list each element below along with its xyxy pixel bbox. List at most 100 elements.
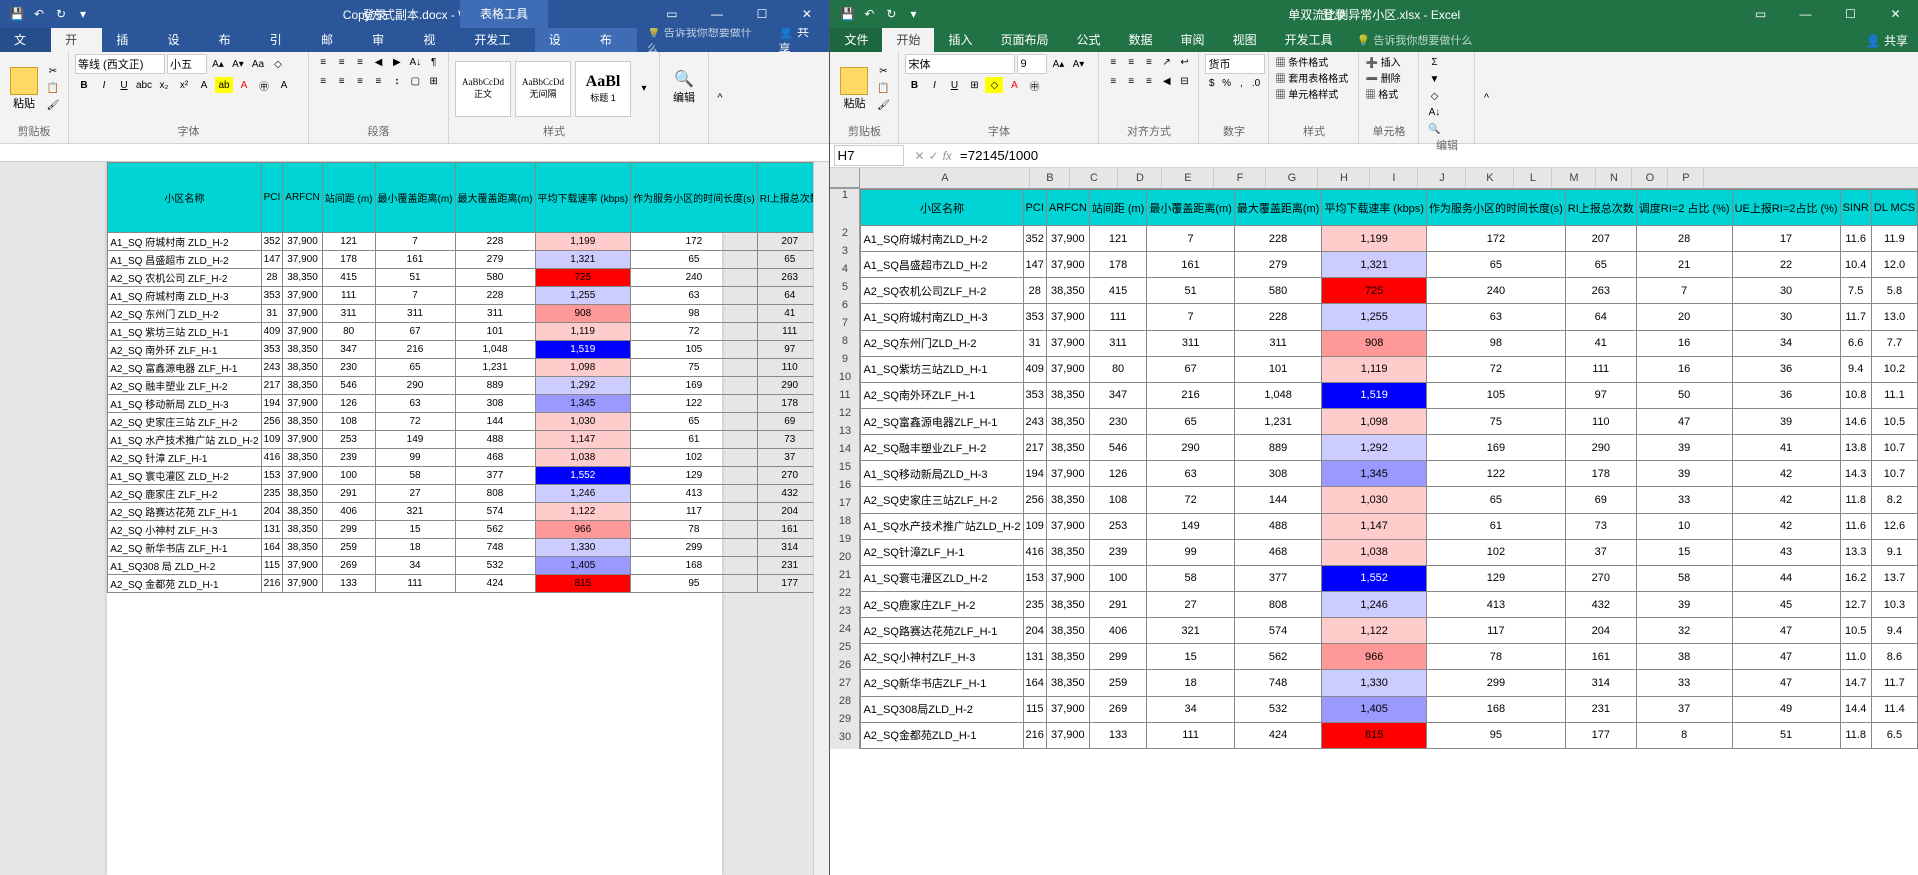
table-cell[interactable]: 39 xyxy=(1636,591,1732,617)
sort-filter-icon[interactable]: A↓ xyxy=(1425,104,1443,120)
table-cell[interactable]: 1,552 xyxy=(1322,565,1427,591)
sort-icon[interactable]: A↓ xyxy=(407,54,423,70)
multilevel-icon[interactable]: ≡ xyxy=(352,54,368,70)
table-cell[interactable]: 532 xyxy=(1234,696,1322,722)
table-cell[interactable]: 147 xyxy=(261,251,283,269)
table-cell[interactable]: 101 xyxy=(1234,356,1322,382)
font-color-icon[interactable]: A xyxy=(1005,77,1023,93)
table-cell[interactable]: 75 xyxy=(1426,408,1565,434)
subscript-icon[interactable]: x₂ xyxy=(155,77,173,93)
column-header[interactable]: PCI xyxy=(261,163,283,233)
table-cell[interactable]: 1,519 xyxy=(1322,382,1427,408)
table-cell[interactable]: 889 xyxy=(455,377,535,395)
table-cell[interactable]: A1_SQ 府城村南 ZLD_H-3 xyxy=(108,287,261,305)
table-cell[interactable]: 98 xyxy=(1426,330,1565,356)
style-nospacing[interactable]: AaBbCcDd无间隔 xyxy=(515,61,571,117)
table-cell[interactable]: 38,350 xyxy=(1046,618,1089,644)
shrink-font-icon[interactable]: A▾ xyxy=(229,56,247,72)
table-cell[interactable]: 1,321 xyxy=(1322,252,1427,278)
table-cell[interactable]: 204 xyxy=(261,503,283,521)
table-cell[interactable]: 235 xyxy=(1023,591,1046,617)
table-cell[interactable]: 290 xyxy=(1147,435,1235,461)
table-cell[interactable]: 7 xyxy=(1147,226,1235,252)
ribbon-options-icon[interactable]: ▭ xyxy=(649,0,694,28)
table-cell[interactable]: 111 xyxy=(375,575,455,593)
align-left-icon[interactable]: ≡ xyxy=(1105,73,1121,89)
tab-review[interactable]: 审阅 xyxy=(358,28,409,52)
table-cell[interactable]: 270 xyxy=(1565,565,1636,591)
table-row[interactable]: A2_SQ富鑫源电器ZLF_H-124338,350230651,2311,09… xyxy=(861,408,1918,434)
select-all-corner[interactable] xyxy=(830,168,860,188)
table-cell[interactable]: 311 xyxy=(375,305,455,323)
table-cell[interactable]: A1_SQ 府城村南 ZLD_H-2 xyxy=(108,233,261,251)
format-as-table-button[interactable]: ▦ 套用表格格式 xyxy=(1275,70,1352,85)
table-cell[interactable]: 37,900 xyxy=(1046,696,1089,722)
paste-button[interactable]: 粘贴 xyxy=(836,56,872,122)
table-cell[interactable]: 216 xyxy=(1023,722,1046,748)
table-cell[interactable]: 9.1 xyxy=(1871,539,1917,565)
table-cell[interactable]: 14.7 xyxy=(1840,670,1871,696)
tab-home[interactable]: 开始 xyxy=(51,28,102,52)
table-cell[interactable]: 347 xyxy=(1089,382,1147,408)
table-row[interactable]: A2_SQ 针漳 ZLF_H-141638,350239994681,03810… xyxy=(108,449,830,467)
table-cell[interactable]: 488 xyxy=(1234,513,1322,539)
table-cell[interactable]: 67 xyxy=(1147,356,1235,382)
table-cell[interactable]: 7.5 xyxy=(1840,278,1871,304)
table-cell[interactable]: A2_SQ农机公司ZLF_H-2 xyxy=(861,278,1023,304)
table-cell[interactable]: 38,350 xyxy=(283,269,322,287)
table-cell[interactable]: 153 xyxy=(261,467,283,485)
row-header-28[interactable]: 28 xyxy=(830,695,860,713)
tab-pagelayout[interactable]: 页面布局 xyxy=(987,28,1063,52)
table-cell[interactable]: A1_SQ 移动新局 ZLD_H-3 xyxy=(108,395,261,413)
table-cell[interactable]: 30 xyxy=(1732,278,1840,304)
cell-styles-button[interactable]: ▦ 单元格样式 xyxy=(1275,86,1352,101)
row-header-20[interactable]: 20 xyxy=(830,551,860,569)
row-header-23[interactable]: 23 xyxy=(830,605,860,623)
table-cell[interactable]: 50 xyxy=(1636,382,1732,408)
table-cell[interactable]: 95 xyxy=(1426,722,1565,748)
table-cell[interactable]: 291 xyxy=(1089,591,1147,617)
table-cell[interactable]: 290 xyxy=(375,377,455,395)
table-cell[interactable]: 37,900 xyxy=(283,431,322,449)
table-cell[interactable]: 98 xyxy=(631,305,758,323)
table-row[interactable]: A2_SQ 路赛达花苑 ZLF_H-120438,3504063215741,1… xyxy=(108,503,830,521)
table-cell[interactable]: 38,350 xyxy=(283,341,322,359)
table-cell[interactable]: 352 xyxy=(1023,226,1046,252)
table-row[interactable]: A2_SQ路赛达花苑ZLF_H-120438,3504063215741,122… xyxy=(861,618,1918,644)
table-cell[interactable]: 129 xyxy=(631,467,758,485)
tab-formulas[interactable]: 公式 xyxy=(1063,28,1115,52)
table-cell[interactable]: 1,255 xyxy=(535,287,631,305)
table-cell[interactable]: 1,519 xyxy=(535,341,631,359)
table-cell[interactable]: 144 xyxy=(455,413,535,431)
table-row[interactable]: A1_SQ府城村南ZLD_H-335337,90011172281,255636… xyxy=(861,304,1918,330)
table-cell[interactable]: A2_SQ富鑫源电器ZLF_H-1 xyxy=(861,408,1023,434)
row-header-17[interactable]: 17 xyxy=(830,497,860,515)
increase-decimal-icon[interactable]: .0 xyxy=(1250,75,1263,91)
table-cell[interactable]: 1,098 xyxy=(535,359,631,377)
autosum-icon[interactable]: Σ xyxy=(1425,54,1443,70)
table-cell[interactable]: 7 xyxy=(1147,304,1235,330)
table-cell[interactable]: A2_SQ鹿家庄ZLF_H-2 xyxy=(861,591,1023,617)
table-cell[interactable]: 33 xyxy=(1636,487,1732,513)
table-cell[interactable]: 22 xyxy=(1732,252,1840,278)
align-left-icon[interactable]: ≡ xyxy=(315,73,331,89)
table-cell[interactable]: A2_SQ 东州门 ZLD_H-2 xyxy=(108,305,261,323)
table-cell[interactable]: 38,350 xyxy=(1046,644,1089,670)
table-cell[interactable]: 5.8 xyxy=(1871,278,1917,304)
table-cell[interactable]: 259 xyxy=(1089,670,1147,696)
table-cell[interactable]: 815 xyxy=(1322,722,1427,748)
delete-cells-button[interactable]: ➖ 删除 xyxy=(1365,70,1412,85)
table-cell[interactable]: 11.8 xyxy=(1840,487,1871,513)
table-cell[interactable]: 12.6 xyxy=(1871,513,1917,539)
table-cell[interactable]: 111 xyxy=(1565,356,1636,382)
column-header[interactable]: 小区名称 xyxy=(108,163,261,233)
table-cell[interactable]: 31 xyxy=(1023,330,1046,356)
table-cell[interactable]: 14.3 xyxy=(1840,461,1871,487)
table-cell[interactable]: 1,552 xyxy=(535,467,631,485)
table-cell[interactable]: A1_SQ 水产技术推广站 ZLD_H-2 xyxy=(108,431,261,449)
numbering-icon[interactable]: ≡ xyxy=(333,54,349,70)
column-header[interactable]: ARFCN xyxy=(1046,190,1089,226)
table-cell[interactable]: 42 xyxy=(1732,461,1840,487)
cut-icon[interactable]: ✂ xyxy=(874,64,892,80)
table-cell[interactable]: 228 xyxy=(1234,304,1322,330)
